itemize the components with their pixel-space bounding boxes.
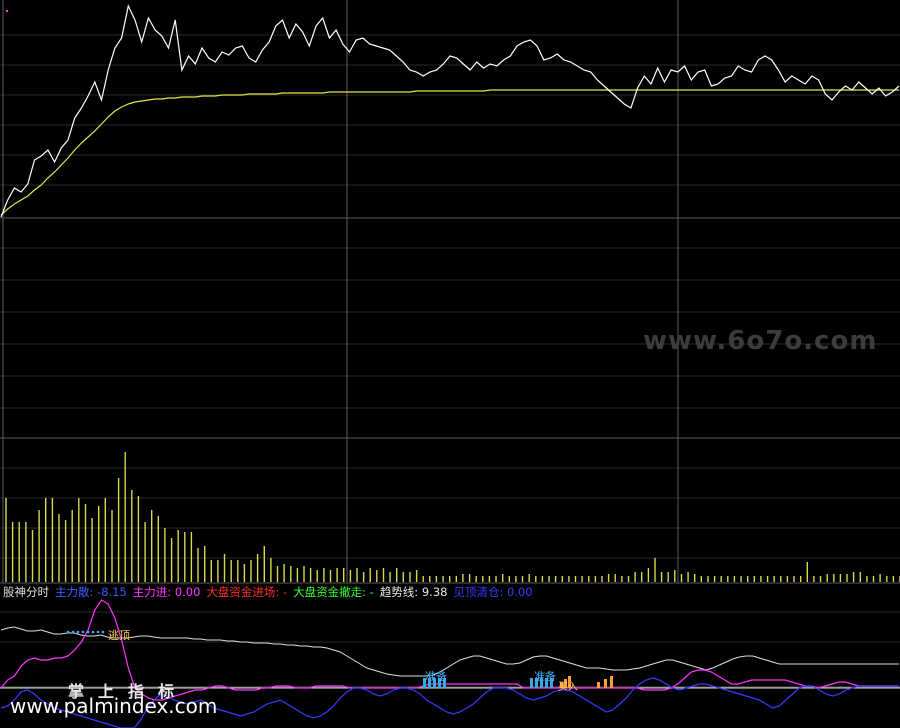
legend-label: 主力进: [132, 585, 172, 599]
legend-item: 大盘资金进场: - [206, 585, 287, 599]
signal-dot [101, 630, 105, 634]
legend-label: 见顶清仓: [453, 585, 504, 599]
legend-value: - [279, 585, 288, 599]
legend-item: 趋势线: 9.38 [380, 585, 448, 599]
legend-value: 0.00 [503, 585, 533, 599]
legend-value: 0.00 [171, 585, 201, 599]
legend-item: 股神分时 [3, 585, 49, 599]
volume-pane[interactable] [5, 452, 900, 582]
legend-item: 主力进: 0.00 [133, 585, 201, 599]
trend-line [0, 626, 899, 677]
legend-label: 大盘资金撤走: [293, 585, 366, 599]
legend-item: 大盘资金撤走: - [293, 585, 374, 599]
legend-label: 趋势线: [379, 585, 419, 599]
ready-bar [530, 678, 533, 688]
legend-label: 大盘资金进场: [206, 585, 280, 599]
corner-dot [6, 10, 8, 12]
legend-value: - [366, 585, 374, 599]
signal-dot [86, 630, 90, 634]
signal-dot [96, 630, 100, 634]
site-url: www.palmindex.com [10, 694, 218, 718]
buy-bar [597, 682, 600, 688]
legend-label: 主力散: [55, 585, 94, 599]
signal-dot [91, 630, 95, 634]
legend-label: 股神分时 [3, 585, 49, 599]
indicator-legend: 股神分时 主力散: -8.15 主力进: 0.00 大盘资金进场: - 大盘资金撤走: … [3, 584, 539, 600]
avg-price-line [0, 89, 899, 216]
buy-bar [604, 679, 607, 688]
signal-dot [71, 630, 75, 634]
ready-signal-label-1: 准备 [425, 670, 447, 683]
ready-signal-label-2: 准备 [534, 670, 556, 683]
buy-bar [610, 676, 613, 688]
signal-dot [66, 630, 70, 634]
watermark-text: www.6o7o.com [643, 326, 878, 356]
legend-value: 9.38 [418, 585, 448, 599]
buy-signal-label: 买入 [558, 682, 578, 693]
signal-dot [81, 630, 85, 634]
signal-dot [76, 630, 80, 634]
intraday-chart[interactable] [0, 0, 900, 728]
sell-signal-label: 逃顶 [108, 629, 130, 642]
legend-item: 见顶清仓: 0.00 [453, 585, 532, 599]
legend-value: -8.15 [93, 585, 127, 599]
legend-item: 主力散: -8.15 [55, 585, 127, 599]
